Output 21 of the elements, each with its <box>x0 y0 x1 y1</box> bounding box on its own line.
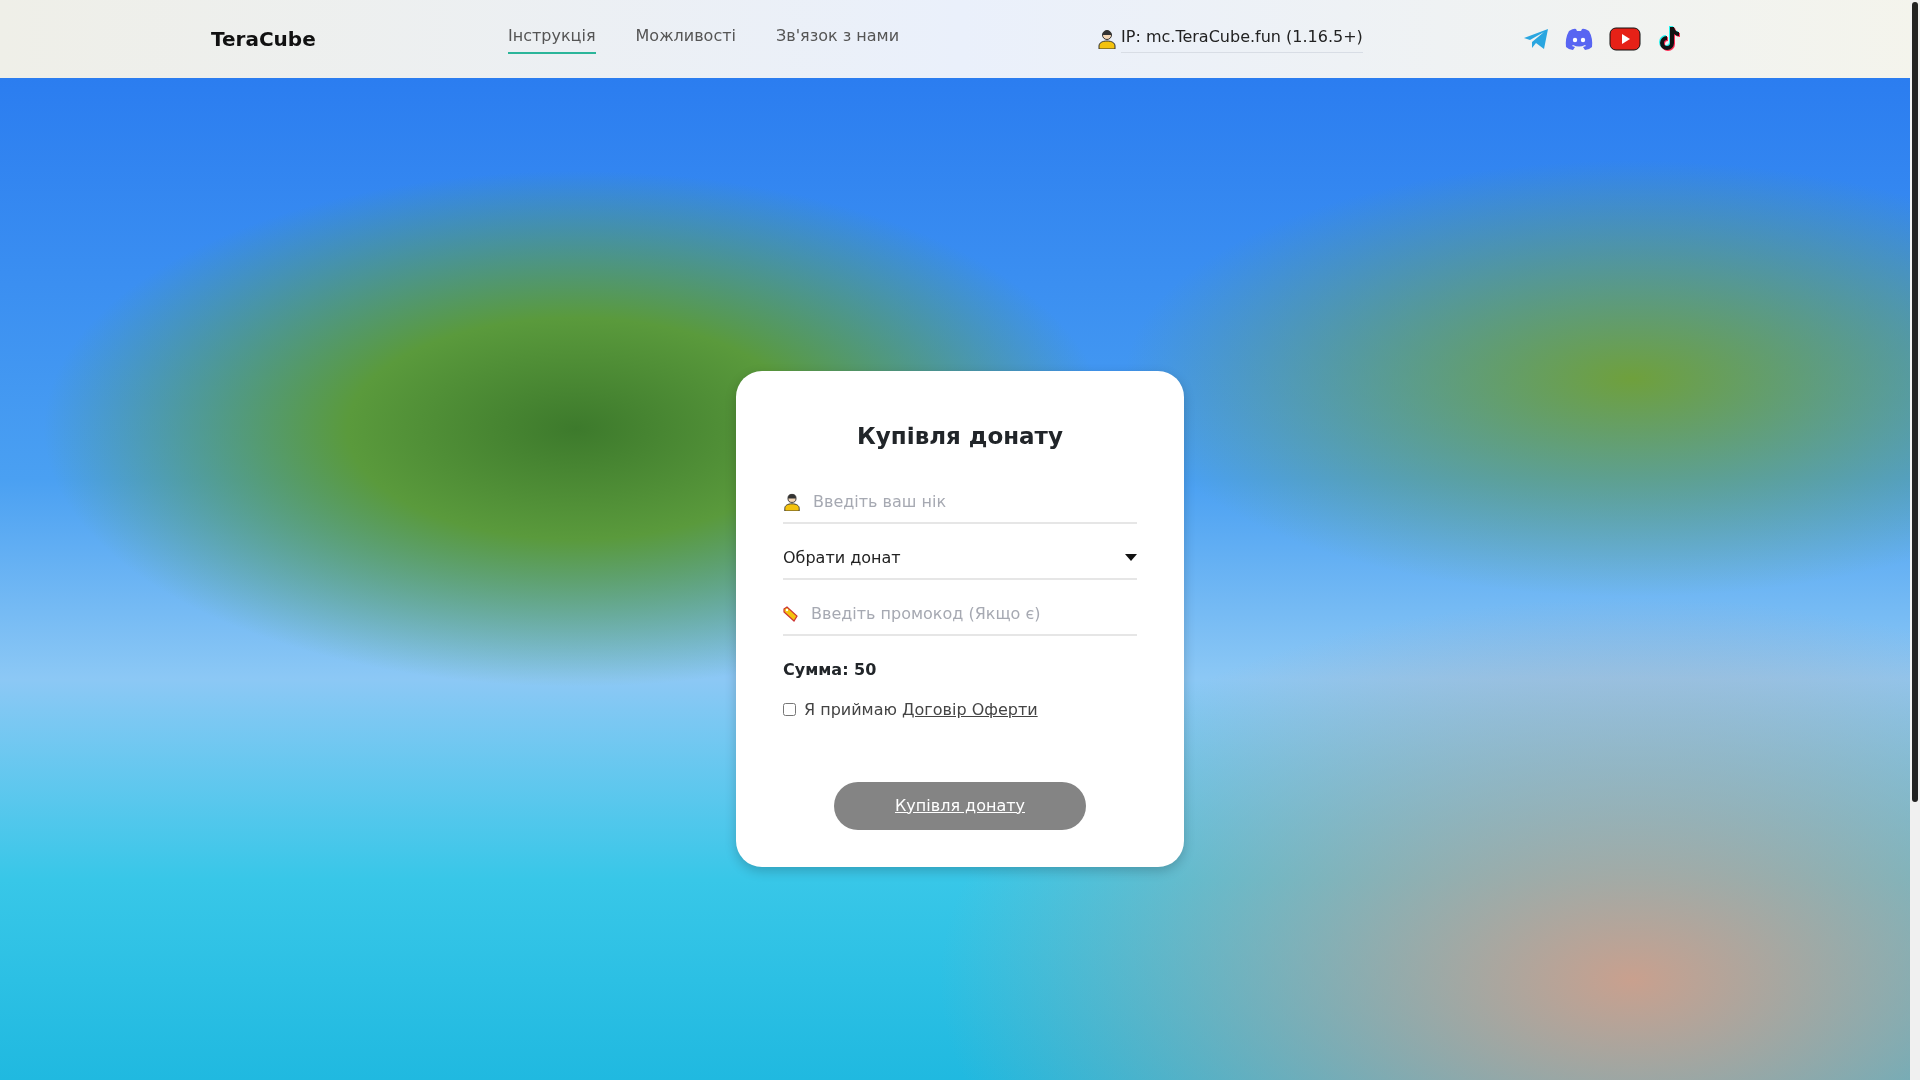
caret-icon <box>1125 554 1137 561</box>
tiktok-icon[interactable] <box>1656 25 1681 53</box>
form-title: Купівля донату <box>856 422 1064 451</box>
user-icon <box>1097 29 1118 49</box>
tag-icon <box>783 605 799 622</box>
nav-link[interactable]: Інструкція <box>508 24 596 54</box>
nav-link[interactable]: Зв'язок з нами <box>775 24 900 54</box>
nick-field[interactable]: Введіть ваш нік <box>811 488 1137 515</box>
discord-icon[interactable] <box>1564 28 1593 50</box>
donate-select[interactable]: Обрати донат <box>783 537 1137 580</box>
nav-link[interactable]: Можливості <box>635 24 736 54</box>
agree-text: Я приймаю Договір Оферти <box>804 698 1038 721</box>
offer-link[interactable]: Договір Оферти <box>902 699 1038 719</box>
brand-logo[interactable]: TeraCube <box>211 24 508 54</box>
server-ip[interactable]: IP: mc.TeraCube.fun (1.16.5+) <box>1121 25 1363 53</box>
scrollbar[interactable] <box>1910 0 1920 1080</box>
agree-checkbox[interactable] <box>783 703 796 716</box>
user-icon <box>783 492 801 511</box>
promo-field[interactable]: Введіть промокод (Якщо є) <box>809 600 1137 627</box>
sum-text: Сумма: 50 <box>783 658 878 681</box>
youtube-icon[interactable] <box>1608 27 1641 51</box>
